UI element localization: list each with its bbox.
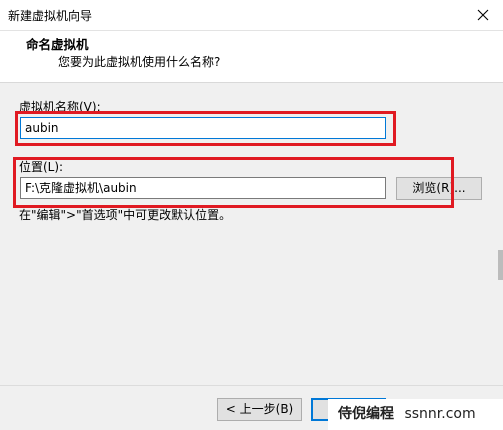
vm-name-label: 虚拟机名称(V):: [19, 100, 101, 114]
back-button[interactable]: < 上一步(B): [217, 398, 302, 421]
location-input[interactable]: F:\克隆虚拟机\aubin: [20, 177, 386, 199]
title-bar: 新建虚拟机向导: [0, 0, 503, 31]
watermark: 侍倪编程 ssnnr.com: [328, 399, 503, 430]
location-label: 位置(L):: [19, 160, 64, 174]
watermark-brand: 侍倪编程: [338, 406, 394, 422]
watermark-domain: ssnnr.com: [404, 406, 476, 422]
scrollbar-edge: [498, 250, 503, 280]
window-title: 新建虚拟机向导: [8, 9, 93, 23]
browse-button[interactable]: 浏览(R)...: [396, 177, 482, 200]
page-subtitle: 您要为此虚拟机使用什么名称?: [58, 55, 221, 69]
close-button[interactable]: [463, 0, 503, 30]
close-icon: [477, 9, 489, 21]
footer-divider: [0, 385, 503, 386]
page-title: 命名虚拟机: [26, 37, 89, 52]
wizard-header: 命名虚拟机 您要为此虚拟机使用什么名称?: [0, 31, 503, 83]
vm-name-input[interactable]: aubin: [20, 117, 386, 139]
location-hint: 在"编辑">"首选项"中可更改默认位置。: [19, 208, 232, 222]
